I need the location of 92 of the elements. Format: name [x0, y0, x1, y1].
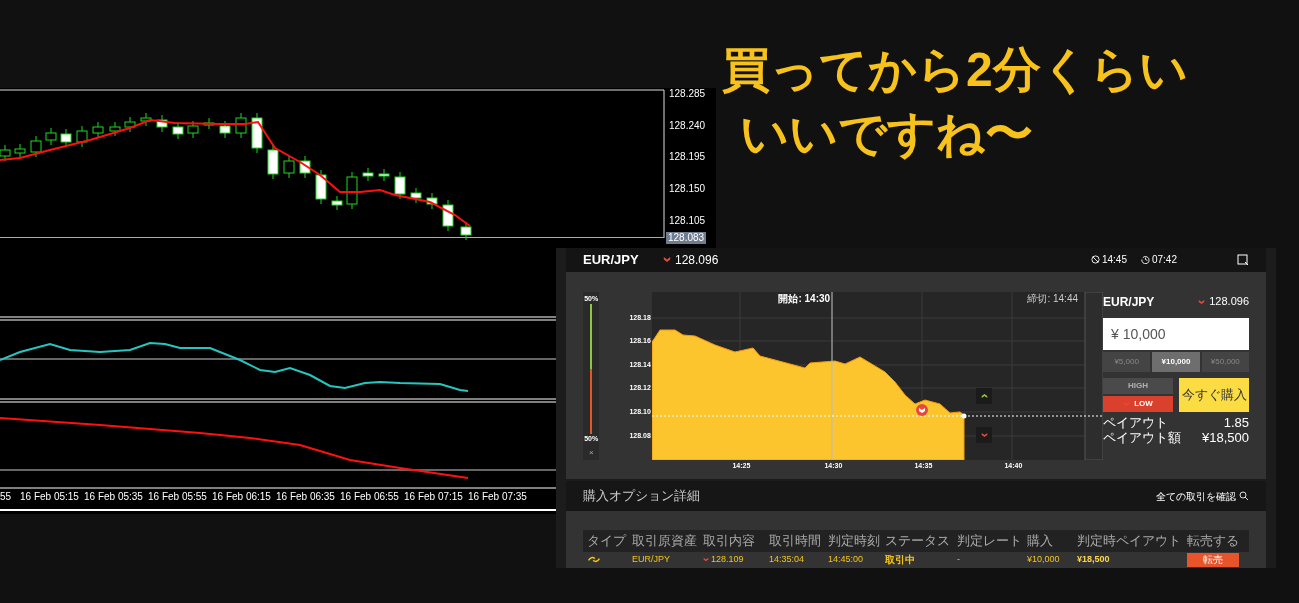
blocked-clock-icon — [1090, 255, 1100, 265]
column-header: 購入 — [1027, 532, 1054, 551]
table-cell-text: EUR/JPY — [632, 553, 671, 567]
candle — [346, 171, 358, 210]
column-header: 転売する — [1187, 532, 1240, 551]
candle — [92, 121, 104, 139]
candle — [378, 168, 390, 182]
time-axis-label: 16 Feb 05:55 — [148, 492, 207, 502]
window-icon[interactable] — [1237, 253, 1249, 266]
candle — [109, 121, 121, 137]
payout-amount-value: ¥18,500 — [1202, 429, 1249, 445]
time-axis-label: 16 Feb 06:55 — [340, 492, 399, 502]
time-axis-label: 16 Feb 07:15 — [404, 492, 463, 502]
remaining-time: 07:42 — [1151, 253, 1177, 268]
pair-title: EUR/JPY — [583, 251, 640, 270]
link-icon — [587, 555, 601, 565]
price-axis-label: 128.105 — [669, 216, 706, 226]
amount-preset-button[interactable]: ¥5,000 — [1103, 351, 1151, 372]
pair-title: EUR/JPY — [1103, 293, 1156, 311]
table-cell-text: ¥10,000 — [1027, 553, 1061, 567]
candle — [299, 155, 311, 179]
candle — [219, 120, 231, 139]
low-button[interactable]: LOW — [1103, 395, 1173, 412]
column-header: タイプ — [587, 532, 628, 551]
search-icon[interactable] — [1239, 491, 1249, 502]
candle — [315, 169, 327, 205]
candle — [156, 114, 168, 133]
column-header: 判定時刻 — [828, 532, 881, 551]
time-axis-label: 55 — [0, 492, 12, 502]
table-cell-text: 14:35:04 — [769, 553, 806, 567]
candle — [362, 167, 374, 182]
price-axis-label: 128.195 — [669, 152, 706, 162]
current-price-label: 128.083 — [666, 232, 707, 244]
buy-now-button[interactable]: 今すぐ購入 — [1179, 377, 1249, 412]
time-axis-label: 16 Feb 06:15 — [212, 492, 271, 502]
candle — [283, 155, 295, 179]
time-axis-label: 16 Feb 05:15 — [20, 492, 79, 502]
rate-value: 128.096 — [1209, 294, 1249, 310]
candle — [30, 135, 42, 158]
candle — [60, 128, 72, 148]
column-header: 取引原資産 — [632, 532, 698, 551]
deadline-label: 締切: 14:44 — [1027, 293, 1078, 304]
price-axis-label: 128.150 — [669, 184, 706, 194]
candle — [187, 120, 199, 139]
candle — [172, 121, 184, 140]
all-trades-link[interactable]: 全ての取引を確認 — [1156, 488, 1236, 504]
time-axis-label: 16 Feb 05:35 — [84, 492, 143, 502]
payout-amount-label: ペイアウト額 — [1103, 429, 1181, 445]
price-axis-label: 128.285 — [669, 89, 706, 99]
amount-field[interactable]: ¥ 10,000 — [1103, 317, 1249, 350]
caption-text: いいですね〜 — [739, 106, 1034, 162]
table-cell: 128.109 — [711, 553, 744, 567]
payout-label: ペイアウト — [1103, 414, 1168, 430]
candle — [124, 116, 136, 133]
candle — [14, 143, 26, 159]
candle — [251, 112, 263, 154]
table-cell-text: ¥18,500 — [1077, 553, 1111, 567]
table-cell-text: 14:45:00 — [828, 553, 865, 567]
column-header: 判定時ペイアウト — [1077, 532, 1182, 551]
candle — [442, 199, 454, 232]
column-header: ステータス — [885, 532, 951, 551]
amount-preset-button[interactable]: ¥10,000 — [1152, 351, 1200, 372]
candle — [235, 112, 247, 139]
candle — [267, 144, 279, 180]
column-header: 取引時間 — [769, 532, 822, 551]
candle — [203, 117, 215, 130]
candle — [45, 127, 57, 146]
caption-text: 買ってから2分くらい — [722, 42, 1188, 98]
candle — [76, 125, 88, 148]
details-title: 購入オプション詳細 — [583, 487, 700, 506]
price-axis-label: 128.240 — [669, 121, 706, 131]
history-icon — [1140, 255, 1150, 265]
candle — [394, 171, 406, 200]
candle — [140, 112, 152, 127]
column-header: 取引内容 — [703, 532, 756, 551]
close-time: 14:45 — [1101, 253, 1127, 268]
start-time-label: 開始: 14:30 — [778, 293, 831, 304]
column-header: 判定レート — [957, 532, 1023, 551]
time-axis-label: 16 Feb 06:35 — [276, 492, 335, 502]
close-button[interactable]: × — [588, 446, 594, 459]
resell-button[interactable]: 転売 — [1187, 553, 1239, 567]
rate-value: 128.096 — [675, 251, 719, 269]
candle — [410, 187, 422, 204]
candle — [426, 192, 438, 210]
table-cell-text: 取引中 — [885, 553, 916, 568]
up-chevron-icon — [980, 392, 988, 399]
table-cell-text: - — [957, 553, 961, 567]
candle — [331, 195, 343, 211]
time-axis-label: 16 Feb 07:35 — [468, 492, 527, 502]
payout-value: 1.85 — [1223, 414, 1249, 430]
candle — [460, 221, 472, 241]
low-marker[interactable] — [976, 426, 993, 443]
